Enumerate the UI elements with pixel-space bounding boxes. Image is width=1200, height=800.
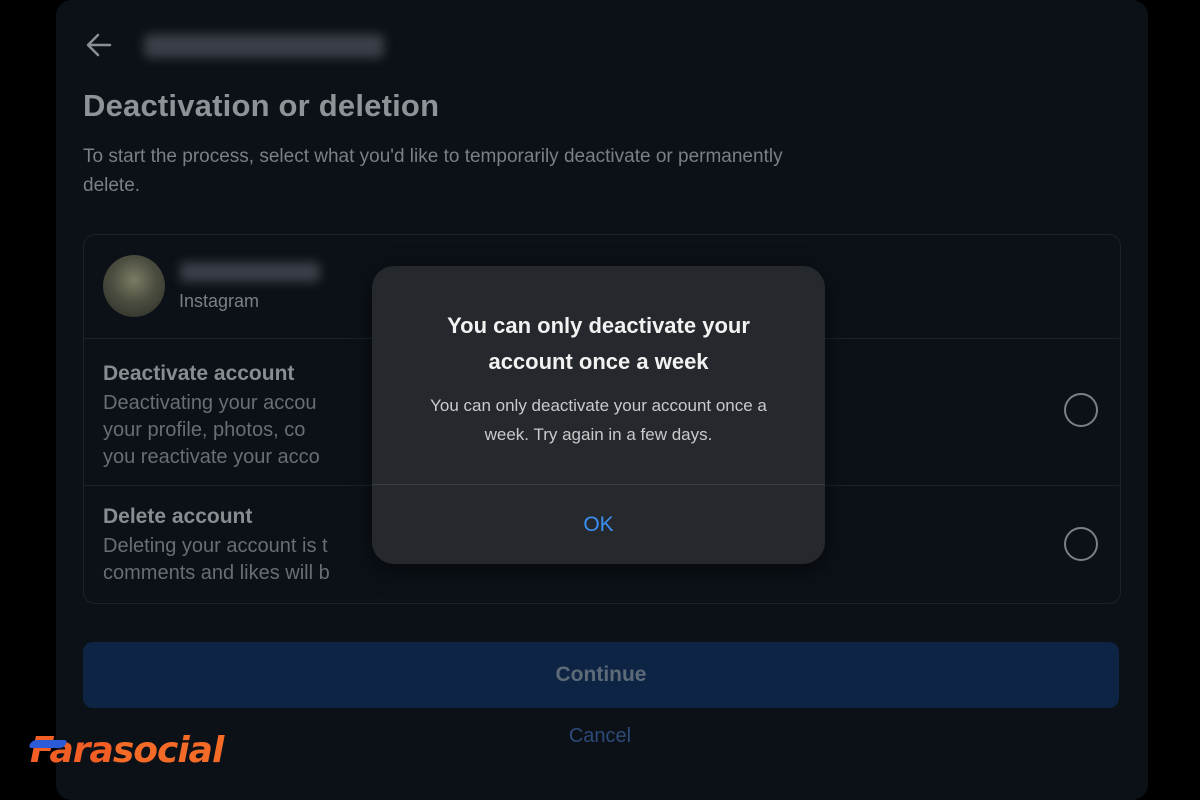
farasocial-logo: Farasocial xyxy=(27,730,230,776)
delete-option-title[interactable]: Delete account xyxy=(103,505,252,529)
dialog-message: You can only deactivate your account onc… xyxy=(430,396,767,444)
page-title: Deactivation or deletion xyxy=(83,88,440,123)
logo-text-part1: Fara xyxy=(30,730,114,771)
page-subtitle: To start the process, select what you'd … xyxy=(83,146,783,196)
deactivate-radio[interactable] xyxy=(1064,393,1098,427)
logo-text-part2: social xyxy=(112,730,224,771)
deactivate-option-title[interactable]: Deactivate account xyxy=(103,362,294,386)
username-redacted xyxy=(144,34,384,58)
continue-button[interactable]: Continue xyxy=(83,642,1119,708)
ok-button[interactable]: OK xyxy=(372,485,825,564)
dialog-title: You can only deactivate your account onc… xyxy=(447,313,750,374)
account-name-redacted xyxy=(180,262,320,282)
account-platform: Instagram xyxy=(179,291,260,311)
delete-radio[interactable] xyxy=(1064,527,1098,561)
avatar xyxy=(103,255,165,317)
description-line: comments and likes will b xyxy=(103,562,330,584)
back-button[interactable] xyxy=(84,30,114,60)
alert-dialog: You can only deactivate your account onc… xyxy=(372,266,825,564)
logo-swoosh xyxy=(27,740,69,748)
arrow-left-icon xyxy=(86,33,112,57)
